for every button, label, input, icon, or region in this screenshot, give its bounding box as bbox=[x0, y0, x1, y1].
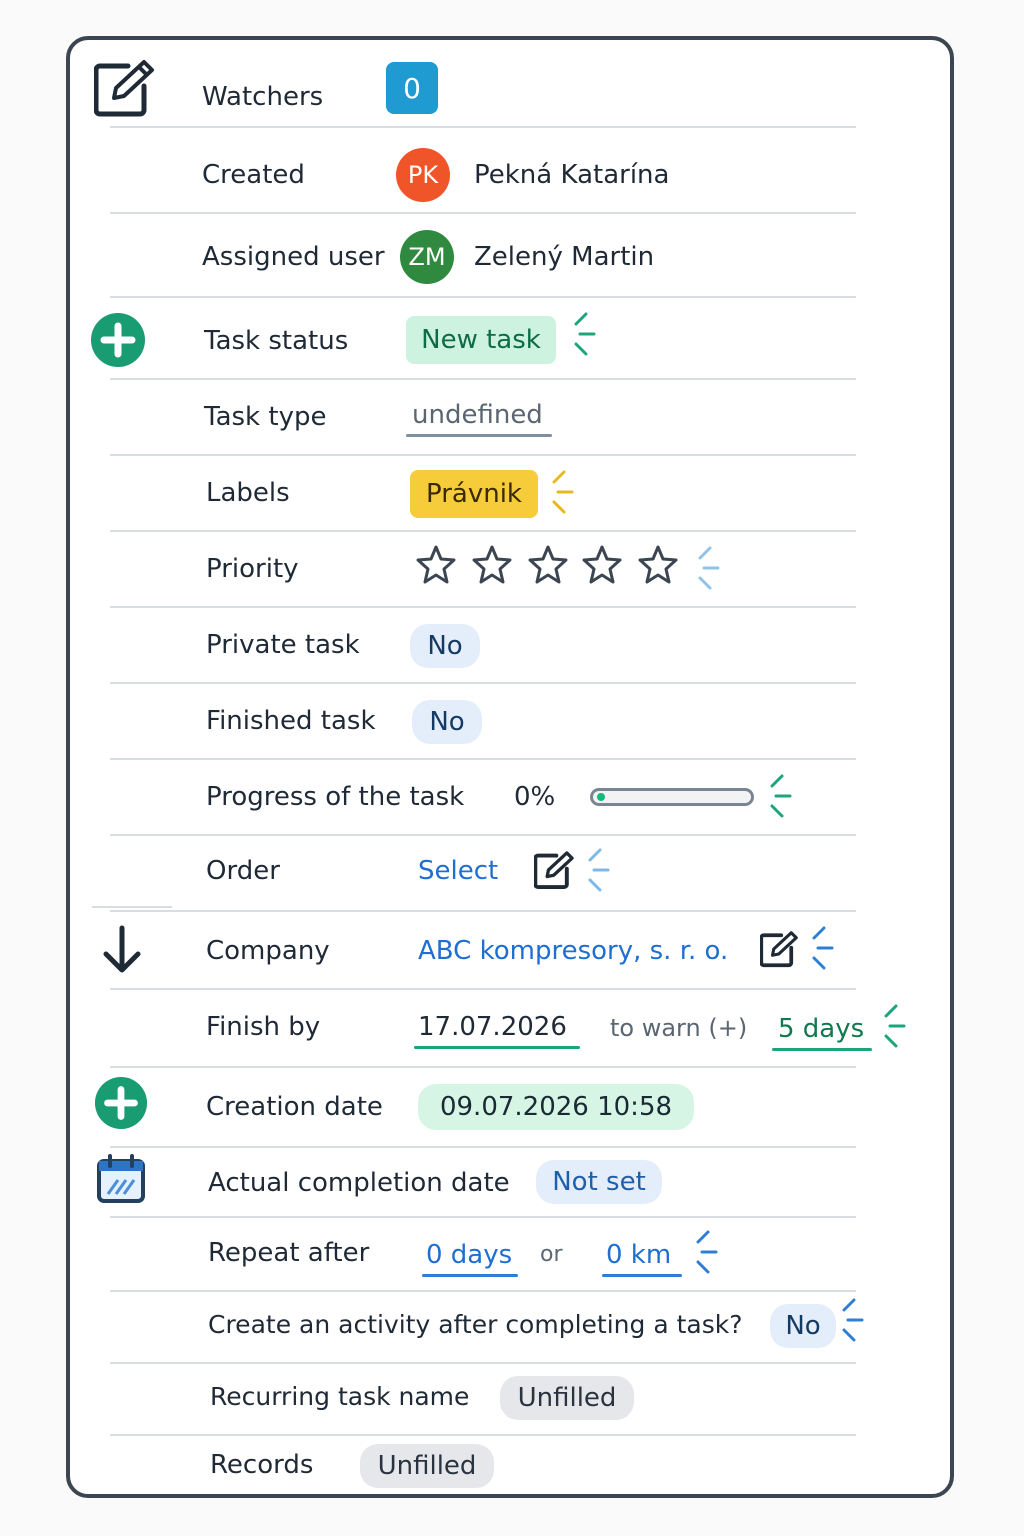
recurring-task-name-label: Recurring task name bbox=[210, 1382, 470, 1411]
creation-date-label: Creation date bbox=[206, 1092, 383, 1122]
labels-label: Labels bbox=[206, 478, 290, 508]
row-recurring-task-name: Recurring task name Unfilled bbox=[110, 1364, 856, 1436]
sparkle-icon bbox=[552, 470, 574, 514]
row-finished-task: Finished task No bbox=[110, 684, 856, 760]
row-created: Created PK Pekná Katarína bbox=[110, 128, 856, 214]
sparkle-icon bbox=[770, 774, 792, 818]
finish-by-date[interactable]: 17.07.2026 bbox=[418, 1014, 567, 1040]
order-label: Order bbox=[206, 856, 280, 886]
sparkle-icon bbox=[574, 312, 596, 356]
avatar: ZM bbox=[400, 230, 454, 284]
edit-icon[interactable] bbox=[534, 850, 576, 890]
private-task-label: Private task bbox=[206, 630, 360, 660]
task-type-value[interactable]: undefined bbox=[412, 402, 543, 428]
progress-bar[interactable] bbox=[590, 788, 754, 806]
row-order: Order Select bbox=[110, 836, 856, 912]
row-create-activity: Create an activity after completing a ta… bbox=[110, 1292, 864, 1364]
sparkle-icon bbox=[812, 926, 834, 970]
label-tag[interactable]: Právnik bbox=[410, 470, 538, 518]
row-watchers: Watchers 0 bbox=[110, 56, 856, 128]
actual-completion-value[interactable]: Not set bbox=[536, 1160, 662, 1204]
progress-label: Progress of the task bbox=[206, 782, 465, 812]
recurring-task-name-value[interactable]: Unfilled bbox=[500, 1376, 634, 1420]
row-finish-by: Finish by 17.07.2026 to warn (+) 5 days bbox=[110, 990, 906, 1068]
star-icon[interactable] bbox=[638, 544, 678, 584]
company-link[interactable]: ABC kompresory, s. r. o. bbox=[418, 938, 728, 964]
finished-task-label: Finished task bbox=[206, 706, 376, 736]
row-repeat-after: Repeat after 0 days or 0 km bbox=[110, 1218, 856, 1292]
sparkle-icon bbox=[884, 1004, 906, 1048]
actual-completion-label: Actual completion date bbox=[208, 1168, 510, 1198]
progress-value: 0% bbox=[514, 782, 556, 812]
row-creation-date: Creation date 09.07.2026 10:58 bbox=[110, 1068, 856, 1148]
edit-icon[interactable] bbox=[760, 930, 800, 968]
row-actual-completion-date: Actual completion date Not set bbox=[110, 1148, 856, 1218]
finish-by-label: Finish by bbox=[206, 1012, 321, 1042]
created-user-name[interactable]: Pekná Katarína bbox=[474, 162, 669, 188]
row-priority: Priority bbox=[110, 532, 856, 608]
row-labels: Labels Právnik bbox=[110, 456, 856, 532]
priority-label: Priority bbox=[206, 554, 299, 584]
creation-date-value: 09.07.2026 10:58 bbox=[418, 1084, 694, 1130]
sparkle-icon bbox=[698, 546, 720, 590]
row-task-status: Task status New task bbox=[110, 298, 856, 380]
row-records: Records Unfilled bbox=[110, 1436, 856, 1492]
row-task-type: Task type undefined bbox=[110, 380, 856, 456]
watchers-label: Watchers bbox=[202, 82, 324, 112]
warn-days-underline bbox=[772, 1048, 872, 1051]
repeat-days-underline bbox=[422, 1274, 518, 1277]
star-icon[interactable] bbox=[416, 544, 456, 584]
warn-days-value[interactable]: 5 days bbox=[778, 1016, 864, 1042]
assigned-user-name[interactable]: Zelený Martin bbox=[474, 244, 654, 270]
task-status-label: Task status bbox=[204, 326, 349, 356]
row-assigned-user: Assigned user ZM Zelený Martin bbox=[110, 214, 856, 298]
finish-by-date-underline bbox=[414, 1046, 580, 1049]
sparkle-icon bbox=[842, 1298, 864, 1342]
order-select-link[interactable]: Select bbox=[418, 858, 498, 884]
create-activity-value[interactable]: No bbox=[770, 1304, 836, 1348]
records-label: Records bbox=[210, 1450, 314, 1480]
row-company: Company ABC kompresory, s. r. o. bbox=[110, 912, 856, 990]
task-type-label: Task type bbox=[204, 402, 327, 432]
row-private-task: Private task No bbox=[110, 608, 856, 684]
created-label: Created bbox=[202, 160, 305, 190]
finished-task-value[interactable]: No bbox=[412, 700, 482, 744]
star-icon[interactable] bbox=[528, 544, 568, 584]
task-type-underline bbox=[406, 434, 552, 437]
warn-label: to warn (+) bbox=[610, 1014, 748, 1042]
repeat-days-value[interactable]: 0 days bbox=[426, 1242, 512, 1268]
task-status-value[interactable]: New task bbox=[406, 316, 556, 364]
row-progress: Progress of the task 0% bbox=[110, 760, 856, 836]
private-task-value[interactable]: No bbox=[410, 624, 480, 668]
watchers-count-badge[interactable]: 0 bbox=[386, 62, 438, 114]
repeat-km-value[interactable]: 0 km bbox=[606, 1242, 671, 1268]
sparkle-icon bbox=[588, 848, 610, 892]
create-activity-label: Create an activity after completing a ta… bbox=[208, 1310, 743, 1339]
repeat-or-label: or bbox=[540, 1242, 563, 1267]
star-icon[interactable] bbox=[582, 544, 622, 584]
sparkle-icon bbox=[696, 1230, 718, 1274]
repeat-km-underline bbox=[602, 1274, 682, 1277]
progress-bar-fill bbox=[597, 793, 605, 801]
assigned-user-label: Assigned user bbox=[202, 242, 385, 272]
star-icon[interactable] bbox=[472, 544, 512, 584]
records-value[interactable]: Unfilled bbox=[360, 1444, 494, 1488]
avatar: PK bbox=[396, 148, 450, 202]
repeat-after-label: Repeat after bbox=[208, 1238, 370, 1268]
company-label: Company bbox=[206, 936, 330, 966]
